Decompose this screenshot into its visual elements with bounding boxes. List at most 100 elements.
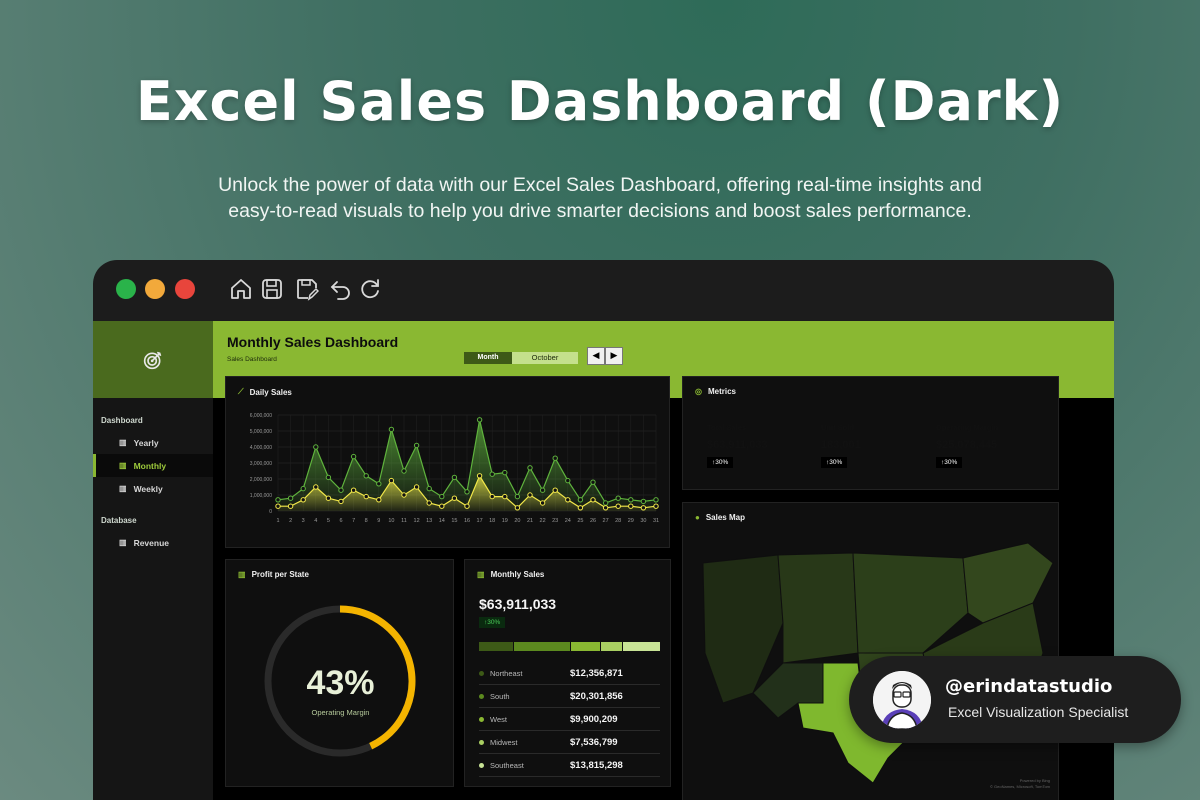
bar-chart-icon: ▥	[477, 570, 485, 579]
x-tick-label: 9	[377, 518, 380, 524]
monthly-sales-badge: ↑30%	[479, 617, 506, 628]
map-region-northeast[interactable]	[962, 542, 1054, 624]
y-tick-label: 4,000,000	[250, 445, 272, 451]
data-point	[464, 489, 470, 495]
metric-value: $25,078,445	[936, 439, 998, 451]
metric-value: $63,911,033	[707, 439, 768, 451]
metric-card-operating-margin: Operating Margin $25,078,445 ↑30%	[924, 411, 1037, 481]
data-point	[350, 453, 357, 460]
monthly-sales-total: $63,911,033	[479, 596, 557, 612]
sidebar-item-label: Revenue	[133, 537, 169, 548]
data-point	[590, 497, 596, 503]
profit-panel: ▥ Profit per State 43% Operating Margin	[225, 559, 454, 787]
data-point	[313, 484, 319, 490]
y-tick-label: 0	[269, 509, 272, 515]
data-point	[300, 497, 306, 503]
data-point	[476, 417, 483, 423]
redo-icon[interactable]	[358, 277, 382, 301]
metrics-panel: ◎ Metrics Total Sales $63,911,033 ↑30% Un…	[682, 376, 1059, 490]
save-icon[interactable]	[260, 277, 284, 301]
bar-chart-icon: ▥	[119, 461, 127, 470]
save-as-icon[interactable]	[295, 277, 319, 301]
sales-map-panel: ● Sales Map Powered by Bing © GeoNames, M…	[682, 502, 1059, 800]
y-tick-label: 1,000,000	[250, 493, 272, 499]
data-point	[388, 477, 395, 484]
metric-badge: ↑30%	[936, 457, 963, 468]
sidebar-item-yearly[interactable]: ▥ Yearly	[93, 431, 213, 454]
minimize-window-button[interactable]	[145, 279, 165, 299]
x-tick-label: 26	[590, 518, 596, 524]
sidebar-item-label: Weekly	[133, 483, 163, 494]
map-region-midwest[interactable]	[852, 552, 969, 654]
data-point	[426, 485, 432, 492]
period-select[interactable]: October	[512, 352, 578, 364]
data-point	[514, 505, 521, 511]
sidebar-item-monthly[interactable]: ▥ Monthly	[93, 454, 213, 477]
maximize-window-button[interactable]	[175, 279, 195, 299]
data-point	[363, 493, 369, 500]
x-tick-label: 13	[426, 518, 432, 524]
region-color-dot	[479, 693, 484, 699]
map-region-mountain[interactable]	[777, 552, 859, 664]
x-tick-label: 18	[489, 518, 495, 524]
region-color-dot	[479, 670, 484, 676]
monthly-sales-title-text: Monthly Sales	[490, 570, 545, 579]
x-tick-label: 21	[527, 518, 533, 524]
x-tick-label: 3	[302, 518, 305, 524]
data-point	[287, 503, 294, 509]
data-point	[300, 485, 306, 492]
x-tick-label: 11	[401, 518, 407, 524]
data-point	[489, 471, 495, 477]
x-tick-label: 27	[603, 518, 609, 524]
data-point	[502, 469, 508, 476]
x-tick-label: 4	[314, 518, 317, 524]
sidebar-section-database: Database	[101, 516, 137, 525]
data-point	[376, 497, 382, 503]
share-bar-segment	[513, 642, 571, 651]
undo-icon[interactable]	[329, 277, 353, 301]
close-window-button[interactable]	[116, 279, 136, 299]
data-point	[615, 503, 621, 509]
x-tick-label: 19	[502, 518, 508, 524]
data-point	[565, 477, 571, 484]
data-point	[451, 474, 458, 481]
sidebar-item-weekly[interactable]: ▥ Weekly	[93, 477, 213, 500]
data-point	[313, 444, 319, 450]
next-month-button[interactable]: ▶	[605, 347, 623, 365]
x-tick-label: 31	[653, 518, 659, 524]
region-row: West $9,900,209	[479, 708, 660, 731]
x-tick-label: 29	[628, 518, 634, 524]
x-tick-label: 8	[365, 518, 368, 524]
data-point	[451, 495, 458, 501]
region-name: Midwest	[490, 737, 518, 747]
region-color-dot	[479, 716, 484, 722]
x-tick-label: 7	[352, 518, 355, 524]
data-point	[539, 487, 546, 493]
data-point	[338, 487, 344, 493]
region-row: Southeast $13,815,298	[479, 754, 660, 777]
region-value: $7,536,799	[570, 736, 618, 748]
sidebar-item-revenue[interactable]: ▥ Revenue	[93, 531, 213, 554]
data-point	[640, 505, 647, 511]
period-label: Month	[464, 352, 512, 364]
x-tick-label: 17	[477, 518, 483, 524]
map-credit: Powered by Bing	[1019, 778, 1050, 783]
data-point	[552, 487, 558, 493]
data-point	[565, 497, 571, 503]
data-point	[413, 442, 420, 449]
data-point	[653, 497, 659, 503]
data-point	[325, 474, 332, 481]
home-icon[interactable]	[229, 277, 253, 301]
data-point	[577, 497, 584, 503]
metrics-title-text: Metrics	[707, 387, 736, 396]
region-name: Southeast	[490, 760, 524, 770]
data-point	[325, 495, 332, 501]
region-value: $9,900,209	[570, 713, 618, 725]
data-point	[602, 500, 609, 506]
region-value: $12,356,871	[570, 667, 623, 679]
data-point	[628, 497, 634, 503]
prev-month-button[interactable]: ◀	[587, 347, 605, 365]
sidebar-logo	[93, 321, 213, 398]
y-tick-label: 2,000,000	[250, 477, 272, 483]
data-point	[502, 493, 508, 500]
